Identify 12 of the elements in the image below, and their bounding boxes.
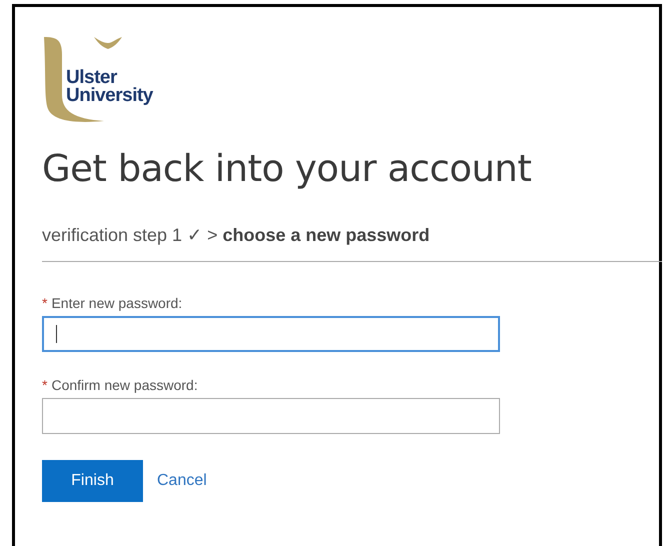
required-asterisk: * (42, 295, 48, 311)
field-label: Enter new password: (51, 295, 182, 311)
password-field[interactable] (42, 398, 500, 434)
cancel-link[interactable]: Cancel (157, 472, 207, 490)
required-asterisk: * (42, 377, 48, 393)
finish-button[interactable]: Finish (42, 460, 143, 502)
breadcrumb: verification step 1 ✓ > choose a new password (42, 224, 431, 247)
password-field[interactable] (42, 316, 500, 352)
page-title: Get back into your account (42, 147, 532, 191)
field-label: Confirm new password: (51, 377, 198, 393)
logo-text: Ulster University (66, 69, 153, 105)
text-cursor (56, 325, 57, 343)
